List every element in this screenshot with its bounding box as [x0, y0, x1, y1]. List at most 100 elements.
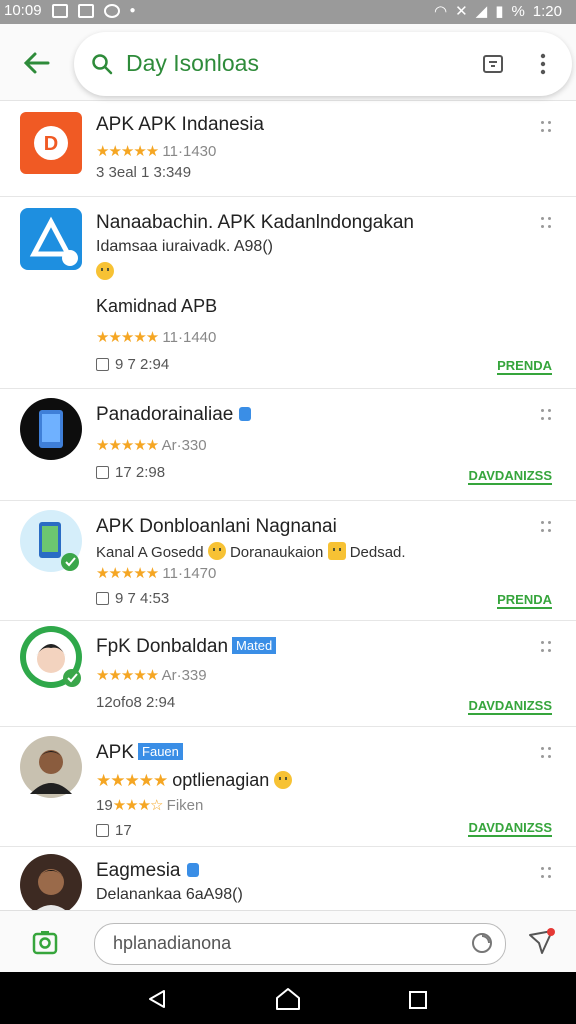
app-title[interactable]: Panadorainaliae [96, 404, 233, 425]
rating-stars: ★★★★★ [96, 565, 159, 582]
rating-text: 11·1470 [162, 565, 217, 582]
back-arrow-icon[interactable] [22, 48, 52, 78]
app-title[interactable]: Nanaabachin. APK Kadanlndongakan [96, 212, 414, 234]
app-meta: 9 7 2:94 [115, 356, 170, 373]
notification-icon [103, 3, 120, 18]
smile-emoji-icon [96, 262, 114, 280]
app-icon-green-phone[interactable] [20, 510, 82, 572]
meta-row: 17 2:98 [96, 464, 165, 481]
rating-row: 19★★★☆ Fiken [96, 796, 203, 814]
app-subtitle: Idamsaa iuraivadk. A98() [96, 238, 273, 255]
card-icon[interactable] [482, 54, 504, 74]
action-label[interactable]: PRENDA [497, 358, 552, 375]
action-label[interactable]: PRENDA [497, 592, 552, 609]
rating-row: ★★★★★ Ar·339 [96, 666, 207, 684]
app-meta: 3 3eal 1 3:349 [96, 164, 192, 181]
app-subtitle-2: Kamidnad APB [96, 296, 218, 316]
app-title-row[interactable]: Panadorainaliae [96, 404, 252, 426]
rating-row: ★★★★★ 11·1440 [96, 328, 216, 346]
status-time-left: 10:09 [4, 2, 42, 19]
battery-percent: % [511, 2, 525, 20]
bottom-search-input[interactable]: hplanadianona [94, 923, 506, 965]
app-icon-orange[interactable]: D [20, 112, 82, 174]
list-item[interactable]: FpK Donbaldan Mated ★★★★★ Ar·339 12ofo8 2… [0, 620, 576, 727]
rating-stars: ★★★★★ [96, 437, 159, 454]
thumb-up-icon [96, 358, 109, 371]
mute-icon: ✕ [455, 3, 468, 20]
rating-row: ★★★★★ 11·1430 [96, 142, 216, 160]
rating-prefix: 19 [96, 797, 113, 814]
subtitle-row: Kanal A Gosedd Doranaukaion Dedsad. [96, 542, 406, 561]
app-title[interactable]: Eagmesia [96, 860, 181, 881]
send-icon[interactable] [526, 927, 556, 957]
drag-handle-icon[interactable] [540, 746, 552, 760]
nav-home-icon[interactable] [274, 986, 302, 1012]
action-label[interactable]: DAVDANIZSS [468, 820, 552, 837]
drag-handle-icon[interactable] [540, 120, 552, 134]
app-icon-avatar-girl[interactable] [20, 626, 82, 688]
wifi-icon: ◠ [433, 3, 448, 20]
app-title-row[interactable]: Eagmesia [96, 860, 199, 882]
list-item[interactable]: D APK APK Indanesia ★★★★★ 11·1430 3 3eal… [0, 100, 576, 197]
drag-handle-icon[interactable] [540, 408, 552, 422]
app-title[interactable]: APK APK Indanesia [96, 114, 264, 136]
signal-icon: ◢ [475, 3, 488, 20]
app-meta: 17 [115, 822, 132, 839]
rating-text: 11·1440 [162, 329, 217, 346]
rating-stars: ★★★☆ [112, 797, 164, 814]
drag-handle-icon[interactable] [540, 520, 552, 534]
list-item[interactable]: APK Donbloanlani Nagnanai Kanal A Gosedd… [0, 500, 576, 621]
smile-emoji-icon [207, 542, 226, 560]
nav-recent-apps-icon[interactable] [408, 990, 428, 1010]
top-bar: Day Isonloas [0, 24, 576, 101]
rating-stars: ★★★★★ [96, 771, 168, 790]
app-icon-phone[interactable] [20, 398, 82, 460]
meta-row: 9 7 2:94 [96, 356, 169, 373]
subtitle-row: ★★★★★ optlienagian [96, 770, 293, 791]
thumb-up-icon [96, 466, 109, 479]
status-bar: 10:09 ● ◠ ✕ ◢ ▮ % 1:20 [0, 0, 576, 24]
subtitle-part: Kanal A Gosedd [96, 544, 204, 561]
svg-text:D: D [44, 133, 58, 155]
rating-text: Ar·330 [161, 437, 207, 454]
app-title[interactable]: APK Donbloanlani Nagnanai [96, 516, 337, 538]
list-item[interactable]: Panadorainaliae ★★★★★ Ar·330 17 2:98 DAV… [0, 388, 576, 501]
app-title[interactable]: FpK Donbaldan [96, 636, 228, 657]
subtitle-part: Dedsad. [349, 544, 406, 561]
drag-handle-icon[interactable] [540, 866, 552, 880]
rating-text: Fiken [166, 797, 204, 814]
meta-row: 9 7 4:53 [96, 590, 169, 607]
drag-handle-icon[interactable] [540, 216, 552, 230]
app-meta: 9 7 4:53 [115, 590, 170, 607]
app-icon-blue[interactable] [20, 208, 82, 270]
rating-row: ★★★★★ 11·1470 [96, 564, 216, 582]
action-label[interactable]: DAVDANIZSS [468, 468, 552, 485]
action-label[interactable]: DAVDANIZSS [468, 698, 552, 715]
search-bar[interactable]: Day Isonloas [74, 32, 572, 96]
search-query[interactable]: Day Isonloas [126, 50, 259, 77]
thumb-up-icon [96, 592, 109, 605]
avatar-man-icon[interactable] [20, 854, 82, 910]
rating-stars: ★★★★★ [96, 329, 159, 346]
app-title-row[interactable]: FpK Donbaldan Mated [96, 636, 277, 658]
app-badge: Fauen [138, 743, 183, 760]
app-title[interactable]: APK [96, 742, 134, 763]
thumb-up-icon [96, 824, 109, 837]
list-item[interactable]: Eagmesia Delanankaa 6aA98() [0, 846, 576, 910]
voice-icon[interactable] [471, 932, 493, 954]
smile-emoji-icon [274, 771, 293, 789]
list-item[interactable]: APK Fauen ★★★★★ optlienagian 19★★★☆ Fiken… [0, 726, 576, 847]
drag-handle-icon[interactable] [540, 640, 552, 654]
rating-text: 11·1430 [162, 143, 217, 160]
list-item[interactable]: Nanaabachin. APK Kadanlndongakan Idamsaa… [0, 196, 576, 389]
nav-back-icon[interactable] [146, 988, 168, 1010]
app-title-row[interactable]: APK Fauen [96, 742, 183, 764]
avatar-man-icon[interactable] [20, 736, 82, 798]
image-icon [77, 3, 94, 18]
dot-icon: ● [129, 5, 136, 16]
camera-icon[interactable] [32, 929, 58, 955]
app-meta: 12ofo8 2:94 [96, 694, 176, 711]
meta-row: 17 [96, 822, 132, 839]
battery-icon: ▮ [495, 3, 504, 20]
more-options-icon[interactable] [540, 52, 546, 76]
